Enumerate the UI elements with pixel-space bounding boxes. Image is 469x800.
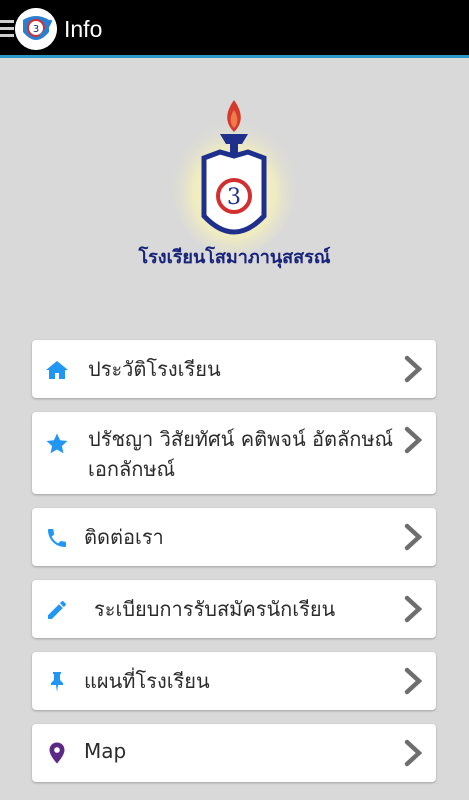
menu-item-label: แผนที่โรงเรียน (84, 669, 210, 693)
menu-item-label: ระเบียบการรับสมัครนักเรียน (94, 597, 336, 621)
menu-item-label: ติดต่อเรา (84, 525, 164, 549)
emblem-number: 3 (227, 185, 241, 210)
svg-text:3: 3 (33, 24, 39, 35)
info-content: 3 โรงเรียนโสมาภานุสสรณ์ ประวัติโรงเรียน … (0, 58, 469, 800)
menu-item-philosophy[interactable]: ปรัชญา วิสัยทัศน์ คติพจน์ อัตลักษณ์ เอกล… (32, 412, 436, 494)
menu-item-history[interactable]: ประวัติโรงเรียน (32, 340, 436, 398)
menu-item-admission[interactable]: ระเบียบการรับสมัครนักเรียน (32, 580, 436, 638)
school-name: โรงเรียนโสมาภานุสสรณ์ (138, 247, 331, 268)
menu-item-label: Map (84, 739, 127, 763)
chevron-right-icon (404, 426, 422, 454)
menu-item-map[interactable]: Map (32, 724, 436, 782)
chevron-right-icon (404, 739, 422, 767)
chevron-right-icon (404, 595, 422, 623)
chevron-right-icon (404, 355, 422, 383)
app-logo-icon[interactable]: 3 (15, 8, 57, 50)
menu-item-school-map[interactable]: แผนที่โรงเรียน (32, 652, 436, 710)
phone-icon (48, 529, 66, 547)
school-emblem-icon: 3 (172, 100, 296, 254)
menu-icon[interactable] (0, 20, 14, 38)
chevron-right-icon (404, 523, 422, 551)
chevron-right-icon (404, 667, 422, 695)
menu-item-contact[interactable]: ติดต่อเรา (32, 508, 436, 566)
star-icon (46, 433, 68, 454)
pencil-icon (48, 601, 66, 619)
page-title: Info (64, 16, 103, 42)
home-icon (46, 361, 68, 379)
map-marker-icon (49, 742, 65, 764)
pin-icon (51, 672, 63, 692)
menu-item-label: ปรัชญา วิสัยทัศน์ คติพจน์ อัตลักษณ์ เอกล… (88, 427, 394, 481)
app-bar: 3 Info (0, 0, 469, 58)
menu-item-label: ประวัติโรงเรียน (88, 357, 221, 381)
